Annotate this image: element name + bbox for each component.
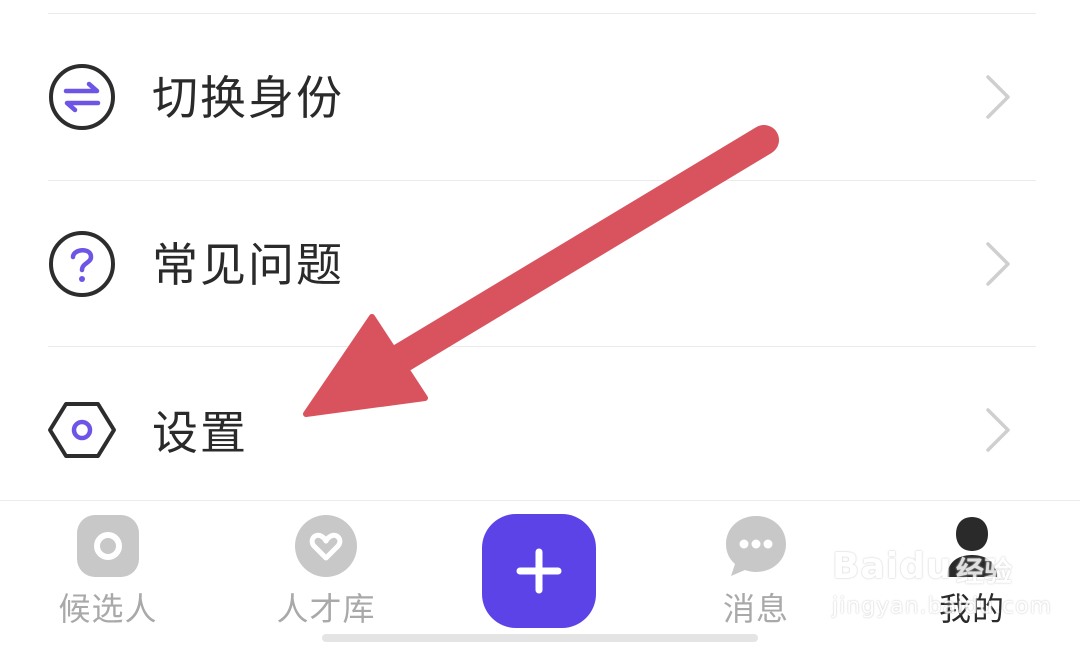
tab-talent-pool[interactable]: 人才库 — [226, 501, 426, 645]
divider — [48, 346, 1036, 347]
tab-candidates[interactable]: 候选人 — [8, 501, 208, 645]
menu-item-faq[interactable]: 常见问题 — [0, 184, 1080, 344]
chevron-right-icon — [978, 406, 1018, 454]
home-indicator — [322, 634, 758, 642]
add-plus-icon — [516, 548, 562, 594]
tab-label: 消息 — [722, 590, 789, 628]
tab-label: 人才库 — [276, 590, 376, 628]
divider — [48, 180, 1036, 181]
menu-item-label: 切换身份 — [152, 71, 344, 125]
tab-messages[interactable]: 消息 — [656, 501, 856, 645]
switch-identity-icon — [46, 61, 118, 133]
chevron-right-icon — [978, 73, 1018, 121]
settings-menu: 切换身份 常见问题 设置 — [0, 0, 1080, 500]
menu-item-settings[interactable]: 设置 — [0, 350, 1080, 510]
menu-item-label: 设置 — [152, 406, 248, 460]
question-icon — [46, 228, 118, 300]
talent-pool-heart-icon — [293, 513, 359, 579]
chevron-right-icon — [978, 240, 1018, 288]
tab-label: 我的 — [938, 590, 1005, 628]
add-button[interactable] — [482, 514, 596, 628]
menu-item-label: 常见问题 — [152, 238, 344, 292]
tab-label: 候选人 — [58, 590, 158, 628]
profile-person-icon — [939, 513, 1005, 579]
settings-hexagon-icon — [46, 394, 118, 466]
menu-item-switch-identity[interactable]: 切换身份 — [0, 17, 1080, 177]
message-chat-icon — [723, 513, 789, 579]
divider — [48, 13, 1036, 14]
candidate-icon — [75, 513, 141, 579]
tab-mine[interactable]: 我的 — [872, 501, 1072, 645]
